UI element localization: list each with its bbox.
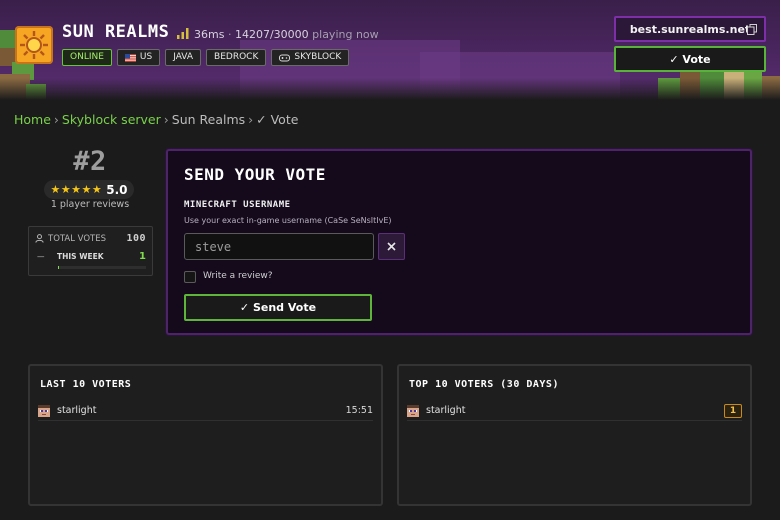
username-help: Use your exact in-game username (CaSe Se… xyxy=(184,216,392,225)
player-count-suffix: playing now xyxy=(312,28,379,41)
banner-fade xyxy=(0,78,780,100)
tag-label: ONLINE xyxy=(70,52,104,62)
tag-label: JAVA xyxy=(173,52,194,62)
last-voters-title: LAST 10 VOTERS xyxy=(40,379,132,390)
server-ip-copy[interactable]: best.sunrealms.net xyxy=(614,16,766,42)
rating-stars: ★★★★★ xyxy=(50,183,103,196)
this-week-label: THIS WEEK xyxy=(57,252,104,261)
tag-skyblock[interactable]: SKYBLOCK xyxy=(271,49,350,66)
this-week-dash: — xyxy=(37,252,45,261)
last-voters-panel: LAST 10 VOTERS starlight 15:51 xyxy=(28,364,383,506)
total-votes-row: TOTAL VOTES 100 xyxy=(35,233,146,244)
tag-online: ONLINE xyxy=(62,49,112,66)
signal-icon xyxy=(177,28,189,39)
user-icon xyxy=(35,234,44,243)
server-logo xyxy=(15,26,53,64)
ping-value: 36ms xyxy=(194,28,225,41)
avatar xyxy=(407,404,419,417)
tag-java[interactable]: JAVA xyxy=(165,49,202,66)
player-count: 14207/30000 xyxy=(234,28,309,41)
voter-name[interactable]: starlight xyxy=(426,405,724,416)
send-vote-button[interactable]: ✓ Send Vote xyxy=(184,294,372,321)
close-icon xyxy=(387,242,396,251)
us-flag-icon xyxy=(124,53,136,62)
this-week-progress-fill xyxy=(58,266,59,269)
breadcrumb-server: Sun Realms xyxy=(171,112,246,127)
total-votes-value: 100 xyxy=(126,233,146,244)
breadcrumb-separator: › xyxy=(53,112,59,127)
list-item: starlight 1 xyxy=(407,401,742,421)
breadcrumb-separator: › xyxy=(163,112,169,127)
write-review-checkbox[interactable] xyxy=(184,271,196,283)
votes-summary: TOTAL VOTES 100 — THIS WEEK 1 xyxy=(28,226,153,276)
copy-icon[interactable] xyxy=(747,24,757,35)
this-week-row: — THIS WEEK 1 xyxy=(37,251,146,262)
breadcrumb-home[interactable]: Home xyxy=(14,112,51,127)
tag-bedrock[interactable]: BEDROCK xyxy=(206,49,267,66)
sun-icon xyxy=(20,31,48,59)
tag-label: BEDROCK xyxy=(214,52,259,62)
review-count[interactable]: 1 player reviews xyxy=(44,199,136,210)
tag-label: US xyxy=(139,52,153,62)
server-ip: best.sunrealms.net xyxy=(629,22,751,36)
list-item: starlight 15:51 xyxy=(38,401,373,421)
vote-panel: SEND YOUR VOTE MINECRAFT USERNAME Use yo… xyxy=(166,149,752,335)
voter-name[interactable]: starlight xyxy=(57,405,346,416)
breadcrumb-category[interactable]: Skyblock server xyxy=(62,112,161,127)
clear-username-button[interactable] xyxy=(378,233,405,260)
top-voters-panel: TOP 10 VOTERS (30 DAYS) starlight 1 xyxy=(397,364,752,506)
server-title: SUN REALMS xyxy=(62,22,170,42)
write-review-label[interactable]: Write a review? xyxy=(203,271,273,281)
total-votes-label: TOTAL VOTES xyxy=(48,233,106,244)
this-week-value: 1 xyxy=(139,251,146,262)
vote-time: 15:51 xyxy=(345,405,373,416)
server-tags: ONLINE US JAVA BEDROCK SKYBLOCK xyxy=(62,49,350,66)
breadcrumb: Home › Skyblock server › Sun Realms › ✓ Vote xyxy=(14,112,298,127)
vote-panel-title: SEND YOUR VOTE xyxy=(184,165,326,184)
server-stats: 36ms · 14207/30000 playing now xyxy=(194,28,379,41)
tag-label: SKYBLOCK xyxy=(294,52,342,62)
breadcrumb-separator: › xyxy=(248,112,254,127)
this-week-progress xyxy=(58,266,146,269)
server-rank: #2 xyxy=(73,146,107,177)
avatar xyxy=(38,404,50,417)
username-label: MINECRAFT USERNAME xyxy=(184,200,291,210)
vote-count-badge: 1 xyxy=(724,403,742,418)
vote-button-header[interactable]: ✓ Vote xyxy=(614,46,766,72)
tag-country[interactable]: US xyxy=(116,49,161,66)
breadcrumb-current: ✓ Vote xyxy=(256,112,299,127)
rating-pill: ★★★★★ 5.0 xyxy=(44,180,134,199)
rating-value: 5.0 xyxy=(106,182,128,197)
top-voters-title: TOP 10 VOTERS (30 DAYS) xyxy=(409,379,559,390)
username-input[interactable] xyxy=(184,233,374,260)
gamepad-icon xyxy=(279,54,291,61)
